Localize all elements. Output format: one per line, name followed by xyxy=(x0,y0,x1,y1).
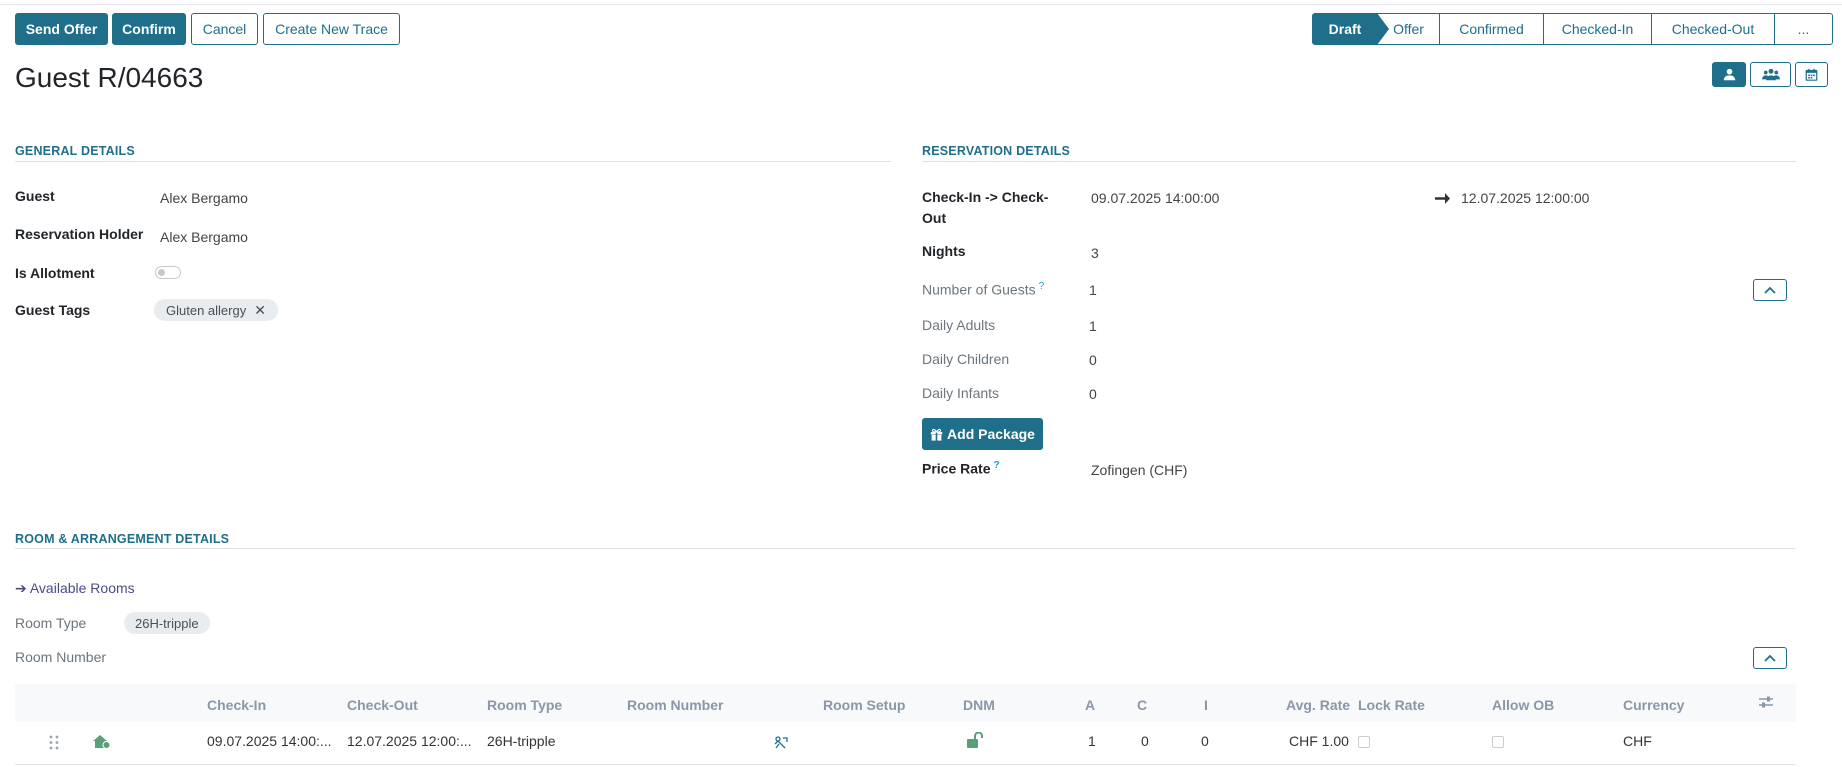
stage-checked-in[interactable]: Checked-In xyxy=(1544,13,1652,45)
users-view-button[interactable] xyxy=(1750,62,1791,87)
collapse-guests-button[interactable] xyxy=(1753,279,1787,301)
daily-infants-value[interactable]: 0 xyxy=(1089,386,1097,402)
checkin-checkout-label-line1: Check-In -> Check- xyxy=(922,189,1049,205)
general-details-divider xyxy=(15,161,891,162)
number-of-guests-label-text: Number of Guests xyxy=(922,281,1036,298)
guest-tags-label: Guest Tags xyxy=(15,302,91,318)
lock-rate-checkbox[interactable] xyxy=(1358,736,1370,748)
guest-label: Guest xyxy=(15,188,55,204)
stage-confirmed[interactable]: Confirmed xyxy=(1440,13,1544,45)
calendar-icon xyxy=(1805,68,1818,81)
chevron-up-icon xyxy=(1764,654,1776,662)
room-type-label: Room Type xyxy=(15,615,87,631)
number-of-guests-value: 1 xyxy=(1089,282,1097,298)
checkin-checkout-label: Check-In -> Check- Out xyxy=(922,187,1048,229)
guest-tag-label: Gluten allergy xyxy=(166,302,247,318)
room-arrangement-divider xyxy=(15,548,1796,549)
allow-ob-checkbox[interactable] xyxy=(1492,736,1504,748)
daily-children-label: Daily Children xyxy=(922,351,1010,367)
confirm-button[interactable]: Confirm xyxy=(112,13,186,45)
room-setup-icon[interactable] xyxy=(773,735,789,751)
price-rate-label-text: Price Rate xyxy=(922,460,991,477)
row-currency: CHF xyxy=(1623,733,1652,749)
row-divider xyxy=(15,764,1796,765)
stage-more[interactable]: ... xyxy=(1775,13,1833,45)
add-package-button[interactable]: Add Package xyxy=(922,418,1043,450)
checkin-value[interactable]: 09.07.2025 14:00:00 xyxy=(1091,190,1219,206)
calendar-view-button[interactable] xyxy=(1795,62,1828,87)
drag-handle-icon[interactable] xyxy=(49,735,59,750)
row-children[interactable]: 0 xyxy=(1141,733,1149,749)
column-header-check-in[interactable]: Check-In xyxy=(207,697,266,713)
collapse-rooms-button[interactable] xyxy=(1753,647,1787,669)
room-arrangement-title: ROOM & ARRANGEMENT DETAILS xyxy=(15,532,230,546)
help-icon[interactable]: ? xyxy=(993,460,999,471)
checkout-value[interactable]: 12.07.2025 12:00:00 xyxy=(1461,190,1589,206)
status-bar: Draft Offer Confirmed Checked-In Checked… xyxy=(1312,13,1833,45)
reservation-details-title: RESERVATION DETAILS xyxy=(922,144,1071,158)
remove-tag-icon[interactable]: ✕ xyxy=(254,302,266,319)
reservation-details-divider xyxy=(922,161,1796,162)
gift-icon xyxy=(930,428,943,441)
user-view-button[interactable] xyxy=(1712,62,1746,87)
column-header-adults[interactable]: A xyxy=(1085,697,1095,713)
guest-value[interactable]: Alex Bergamo xyxy=(160,190,248,206)
general-details-title: GENERAL DETAILS xyxy=(15,144,135,158)
column-header-lock-rate[interactable]: Lock Rate xyxy=(1358,697,1425,713)
row-room-type: 26H-tripple xyxy=(487,733,556,749)
column-header-room-setup[interactable]: Room Setup xyxy=(823,697,905,713)
unlock-icon[interactable] xyxy=(966,732,986,749)
page-title: Guest R/04663 xyxy=(15,62,204,93)
column-header-avg-rate[interactable]: Avg. Rate xyxy=(1286,697,1350,713)
send-offer-button[interactable]: Send Offer xyxy=(15,13,108,45)
column-header-children[interactable]: C xyxy=(1137,697,1147,713)
column-header-dnm[interactable]: DNM xyxy=(963,697,995,713)
row-adults[interactable]: 1 xyxy=(1088,733,1096,749)
reservation-holder-value[interactable]: Alex Bergamo xyxy=(160,229,248,245)
toggle-knob xyxy=(158,269,165,276)
users-icon xyxy=(1761,68,1780,81)
reservation-holder-label: Reservation Holder xyxy=(15,226,144,242)
nights-label: Nights xyxy=(922,243,966,259)
row-check-out: 12.07.2025 12:00:... xyxy=(347,733,472,749)
daily-infants-label: Daily Infants xyxy=(922,385,1000,401)
daily-children-value[interactable]: 0 xyxy=(1089,352,1097,368)
checkin-checkout-label-line2: Out xyxy=(922,210,947,226)
row-infants[interactable]: 0 xyxy=(1201,733,1209,749)
column-header-room-type[interactable]: Room Type xyxy=(487,697,562,713)
add-package-label: Add Package xyxy=(947,426,1035,442)
price-rate-value[interactable]: Zofingen (CHF) xyxy=(1091,462,1187,478)
column-header-check-out[interactable]: Check-Out xyxy=(347,697,418,713)
house-check-icon xyxy=(93,735,111,749)
guest-tag: Gluten allergy ✕ xyxy=(154,299,278,321)
column-header-room-number[interactable]: Room Number xyxy=(627,697,723,713)
price-rate-label: Price Rate? xyxy=(922,460,1000,477)
stage-draft[interactable]: Draft xyxy=(1312,13,1389,45)
room-type-tag: 26H-tripple xyxy=(124,612,210,634)
daily-adults-value[interactable]: 1 xyxy=(1089,318,1097,334)
top-divider xyxy=(0,4,1842,5)
create-new-trace-button[interactable]: Create New Trace xyxy=(263,13,400,45)
cancel-button[interactable]: Cancel xyxy=(191,13,258,45)
column-settings-icon[interactable] xyxy=(1758,695,1774,709)
stage-checked-out[interactable]: Checked-Out xyxy=(1652,13,1775,45)
column-header-allow-ob[interactable]: Allow OB xyxy=(1492,697,1554,713)
arrow-right-icon xyxy=(1435,193,1450,204)
available-rooms-link[interactable]: ➔ Available Rooms xyxy=(15,580,135,597)
help-icon[interactable]: ? xyxy=(1039,281,1045,292)
user-icon xyxy=(1723,68,1735,81)
is-allotment-toggle[interactable] xyxy=(155,266,181,279)
daily-adults-label: Daily Adults xyxy=(922,317,996,333)
room-number-label: Room Number xyxy=(15,649,107,665)
row-avg-rate[interactable]: CHF 1.00 xyxy=(1289,733,1349,749)
column-header-infants[interactable]: I xyxy=(1204,697,1208,713)
is-allotment-label: Is Allotment xyxy=(15,265,95,281)
number-of-guests-label: Number of Guests? xyxy=(922,281,1044,298)
row-check-in: 09.07.2025 14:00:... xyxy=(207,733,332,749)
column-header-currency[interactable]: Currency xyxy=(1623,697,1684,713)
chevron-up-icon xyxy=(1764,286,1776,294)
nights-value: 3 xyxy=(1091,245,1099,261)
